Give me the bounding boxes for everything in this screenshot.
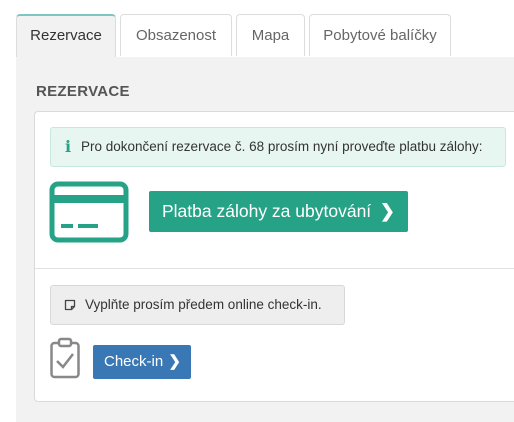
tab-obsazenost[interactable]: Obsazenost (120, 14, 232, 56)
clipboard-check-icon (50, 337, 80, 379)
note-icon (64, 299, 76, 311)
alert-text: Pro dokončení rezervace č. 68 prosím nyn… (81, 139, 483, 154)
reservation-card: i Pro dokončení rezervace č. 68 prosím n… (34, 111, 514, 402)
notice-text: Vyplňte prosím předem online check-in. (85, 297, 322, 312)
pay-deposit-label: Platba zálohy za ubytování (162, 201, 372, 221)
tab-pobytove-balicky[interactable]: Pobytové balíčky (309, 14, 451, 56)
tab-rezervace[interactable]: Rezervace (16, 14, 116, 58)
checkin-button[interactable]: Check-in ❯ (93, 345, 191, 379)
checkin-notice: Vyplňte prosím předem online check-in. (50, 285, 345, 325)
pay-deposit-button[interactable]: Platba zálohy za ubytování ❯ (149, 191, 408, 232)
chevron-right-icon: ❯ (379, 201, 395, 221)
section-title: REZERVACE (36, 83, 130, 100)
tab-panel: REZERVACE i Pro dokončení rezervace č. 6… (16, 57, 514, 422)
checkin-label: Check-in (104, 353, 164, 370)
payment-alert: i Pro dokončení rezervace č. 68 prosím n… (50, 127, 506, 167)
info-icon: i (65, 137, 72, 156)
divider (35, 268, 514, 269)
chevron-right-icon: ❯ (168, 353, 181, 370)
credit-card-icon (49, 181, 129, 243)
tab-mapa[interactable]: Mapa (236, 14, 305, 56)
